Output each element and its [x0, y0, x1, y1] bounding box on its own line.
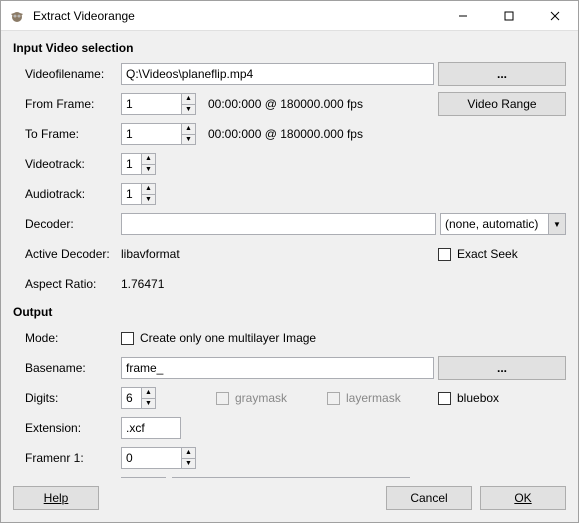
- to-frame-input[interactable]: [121, 123, 181, 145]
- spin-up-icon[interactable]: ▲: [182, 124, 195, 135]
- from-frame-fps: 00:00:000 @ 180000.000 fps: [208, 97, 438, 111]
- dialog-footer: Help Cancel OK: [1, 478, 578, 522]
- decoder-auto-select[interactable]: [440, 213, 548, 235]
- spin-down-icon[interactable]: ▼: [142, 399, 155, 409]
- active-decoder-label: Active Decoder:: [25, 247, 121, 261]
- videofilename-browse-button[interactable]: ...: [438, 62, 566, 86]
- videotrack-input[interactable]: [121, 153, 141, 175]
- to-frame-fps: 00:00:000 @ 180000.000 fps: [208, 127, 363, 141]
- spin-down-icon[interactable]: ▼: [142, 165, 155, 175]
- to-frame-label: To Frame:: [25, 127, 121, 141]
- basename-input[interactable]: [121, 357, 434, 379]
- audiotrack-label: Audiotrack:: [25, 187, 121, 201]
- create-one-label: Create only one multilayer Image: [140, 331, 316, 345]
- spin-up-icon[interactable]: ▲: [142, 184, 155, 195]
- videotrack-label: Videotrack:: [25, 157, 121, 171]
- ok-button[interactable]: OK: [480, 486, 566, 510]
- basename-browse-button[interactable]: ...: [438, 356, 566, 380]
- extension-label: Extension:: [25, 421, 121, 435]
- close-button[interactable]: [532, 1, 578, 31]
- basename-label: Basename:: [25, 361, 121, 375]
- framenr1-spinner[interactable]: ▲▼: [121, 447, 196, 469]
- help-button[interactable]: Help: [13, 486, 99, 510]
- spin-up-icon[interactable]: ▲: [182, 448, 195, 459]
- mode-label: Mode:: [25, 331, 121, 345]
- videofilename-input[interactable]: [121, 63, 434, 85]
- decoder-label: Decoder:: [25, 217, 121, 231]
- layermask-checkbox: layermask: [327, 391, 401, 405]
- maximize-button[interactable]: [486, 1, 532, 31]
- dialog-window: Extract Videorange Input Video selection…: [0, 0, 579, 523]
- spin-down-icon[interactable]: ▼: [182, 459, 195, 469]
- output-section-title: Output: [13, 305, 566, 319]
- active-decoder-value: libavformat: [121, 247, 438, 261]
- from-frame-input[interactable]: [121, 93, 181, 115]
- spin-up-icon[interactable]: ▲: [142, 154, 155, 165]
- app-icon: [9, 8, 25, 24]
- spin-down-icon[interactable]: ▼: [182, 135, 195, 145]
- window-title: Extract Videorange: [33, 9, 440, 23]
- bluebox-label: bluebox: [457, 391, 499, 405]
- bluebox-checkbox[interactable]: bluebox: [438, 391, 566, 405]
- layermask-label: layermask: [346, 391, 401, 405]
- framenr1-label: Framenr 1:: [25, 451, 121, 465]
- aspect-ratio-value: 1.76471: [121, 277, 164, 291]
- from-frame-spinner[interactable]: ▲▼: [121, 93, 196, 115]
- framenr1-input[interactable]: [121, 447, 181, 469]
- chevron-down-icon[interactable]: ▼: [548, 213, 566, 235]
- titlebar: Extract Videorange: [1, 1, 578, 31]
- videotrack-spinner[interactable]: ▲▼: [121, 153, 156, 175]
- videofilename-label: Videofilename:: [25, 67, 121, 81]
- audiotrack-spinner[interactable]: ▲▼: [121, 183, 156, 205]
- create-one-checkbox[interactable]: Create only one multilayer Image: [121, 331, 316, 345]
- exact-seek-label: Exact Seek: [457, 247, 518, 261]
- decoder-input[interactable]: [121, 213, 436, 235]
- audiotrack-input[interactable]: [121, 183, 141, 205]
- digits-label: Digits:: [25, 391, 121, 405]
- aspect-ratio-label: Aspect Ratio:: [25, 277, 121, 291]
- content-area: Input Video selection Videofilename: ...…: [1, 31, 578, 478]
- spin-up-icon[interactable]: ▲: [182, 94, 195, 105]
- spin-down-icon[interactable]: ▼: [182, 105, 195, 115]
- spin-up-icon[interactable]: ▲: [142, 388, 155, 399]
- minimize-button[interactable]: [440, 1, 486, 31]
- video-range-button[interactable]: Video Range: [438, 92, 566, 116]
- spin-down-icon[interactable]: ▼: [142, 195, 155, 205]
- graymask-label: graymask: [235, 391, 287, 405]
- to-frame-spinner[interactable]: ▲▼: [121, 123, 196, 145]
- exact-seek-checkbox[interactable]: Exact Seek: [438, 247, 566, 261]
- extension-input[interactable]: [121, 417, 181, 439]
- from-frame-label: From Frame:: [25, 97, 121, 111]
- digits-input[interactable]: [121, 387, 141, 409]
- graymask-checkbox: graymask: [216, 391, 287, 405]
- input-section-title: Input Video selection: [13, 41, 566, 55]
- cancel-button[interactable]: Cancel: [386, 486, 472, 510]
- digits-spinner[interactable]: ▲▼: [121, 387, 156, 409]
